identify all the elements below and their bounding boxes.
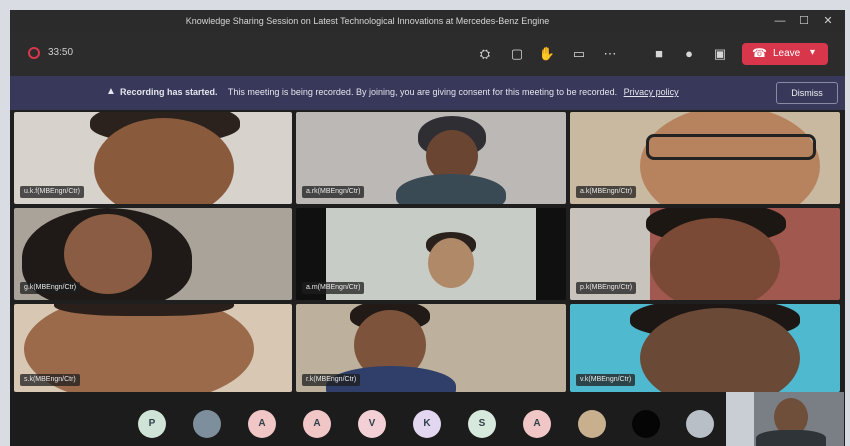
warning-icon: ▲ [106, 86, 116, 97]
raise-hand-icon[interactable]: ✋ [537, 44, 557, 64]
participant-name: s.k(MBEngn/Ctr) [20, 374, 80, 386]
video-tile[interactable]: a.rk(MBEngn/Ctr) [296, 112, 566, 204]
video-tile[interactable]: s.k(MBEngn/Ctr) [14, 304, 292, 392]
chevron-down-icon[interactable]: ▾ [810, 47, 815, 58]
participant-name: g.k(MBEngn/Ctr) [20, 282, 81, 294]
participant-avatar[interactable]: S [468, 410, 496, 438]
recording-text: This meeting is being recorded. By joini… [227, 87, 618, 97]
participant-name: a.k(MBEngn/Ctr) [576, 186, 637, 198]
participant-name: a.m(MBEngn/Ctr) [302, 282, 365, 294]
participant-photo-avatar[interactable] [686, 410, 714, 438]
participant-face [428, 238, 474, 288]
participant-name: a.rk(MBEngn/Ctr) [302, 186, 365, 198]
phone-hangup-icon: ☎ [752, 46, 767, 60]
participants-icon[interactable]: ⛭ [475, 44, 495, 64]
video-tile[interactable]: u.k.f(MBEngn/Ctr) [14, 112, 292, 204]
share-screen-icon[interactable]: ▣ [710, 44, 730, 64]
leave-label: Leave [773, 48, 801, 59]
participant-photo-avatar[interactable] [193, 410, 221, 438]
glasses-icon [646, 134, 816, 160]
recording-message: Recording has started. This meeting is b… [120, 87, 679, 97]
meeting-title: Knowledge Sharing Session on Latest Tech… [185, 16, 550, 26]
video-tile[interactable]: a.m(MBEngn/Ctr) [296, 208, 566, 300]
teams-meeting-window: Knowledge Sharing Session on Latest Tech… [10, 10, 845, 446]
self-view-body [756, 430, 826, 446]
privacy-policy-link[interactable]: Privacy policy [624, 87, 679, 97]
participant-avatar[interactable]: A [248, 410, 276, 438]
more-options-icon[interactable]: ⋯ [600, 44, 620, 64]
participant-avatar[interactable]: A [303, 410, 331, 438]
participant-name: v.k(MBEngn/Ctr) [576, 374, 636, 386]
video-tile[interactable]: v.k(MBEngn/Ctr) [570, 304, 840, 392]
close-window-icon[interactable]: ✕ [820, 14, 836, 28]
participant-name: u.k.f(MBEngn/Ctr) [20, 186, 85, 198]
participant-avatar[interactable]: V [358, 410, 386, 438]
recording-indicator-icon [28, 47, 40, 59]
camera-icon[interactable]: ■ [649, 44, 669, 64]
title-bar: Knowledge Sharing Session on Latest Tech… [10, 10, 845, 32]
video-tile[interactable]: a.k(MBEngn/Ctr) [570, 112, 840, 204]
meeting-toolbar: 33:50 ⛭ ▢ ✋ ▭ ⋯ ■ ● ▣ ☎ Leave ▾ [10, 32, 845, 76]
self-view-tile[interactable] [726, 392, 844, 446]
video-tile[interactable]: g.k(MBEngn/Ctr) [14, 208, 292, 300]
recording-banner: ▲ Recording has started. This meeting is… [10, 76, 845, 110]
participant-photo-avatar[interactable] [632, 410, 660, 438]
dismiss-button[interactable]: Dismiss [776, 82, 838, 104]
video-grid: u.k.f(MBEngn/Ctr) a.rk(MBEngn/Ctr) a.k(M… [14, 112, 840, 392]
participant-face [650, 218, 780, 300]
leave-button[interactable]: ☎ Leave ▾ [742, 43, 828, 65]
participant-avatar[interactable]: A [523, 410, 551, 438]
microphone-icon[interactable]: ● [679, 44, 699, 64]
participant-name: r.k(MBEngn/Ctr) [302, 374, 361, 386]
self-view-background [726, 392, 754, 446]
maximize-icon[interactable]: ☐ [796, 14, 812, 28]
overflow-participants-bar: P A A V K S A [10, 392, 845, 446]
participant-photo-avatar[interactable] [578, 410, 606, 438]
participant-name: p.k(MBEngn/Ctr) [576, 282, 637, 294]
video-tile[interactable]: p.k(MBEngn/Ctr) [570, 208, 840, 300]
recording-title: Recording has started. [120, 87, 218, 97]
participant-avatar[interactable]: P [138, 410, 166, 438]
chat-icon[interactable]: ▢ [507, 44, 527, 64]
minimize-icon[interactable]: — [772, 14, 788, 28]
video-tile[interactable]: r.k(MBEngn/Ctr) [296, 304, 566, 392]
breakout-rooms-icon[interactable]: ▭ [569, 44, 589, 64]
participant-body [396, 174, 506, 204]
participant-avatar[interactable]: K [413, 410, 441, 438]
meeting-timer: 33:50 [48, 47, 74, 58]
